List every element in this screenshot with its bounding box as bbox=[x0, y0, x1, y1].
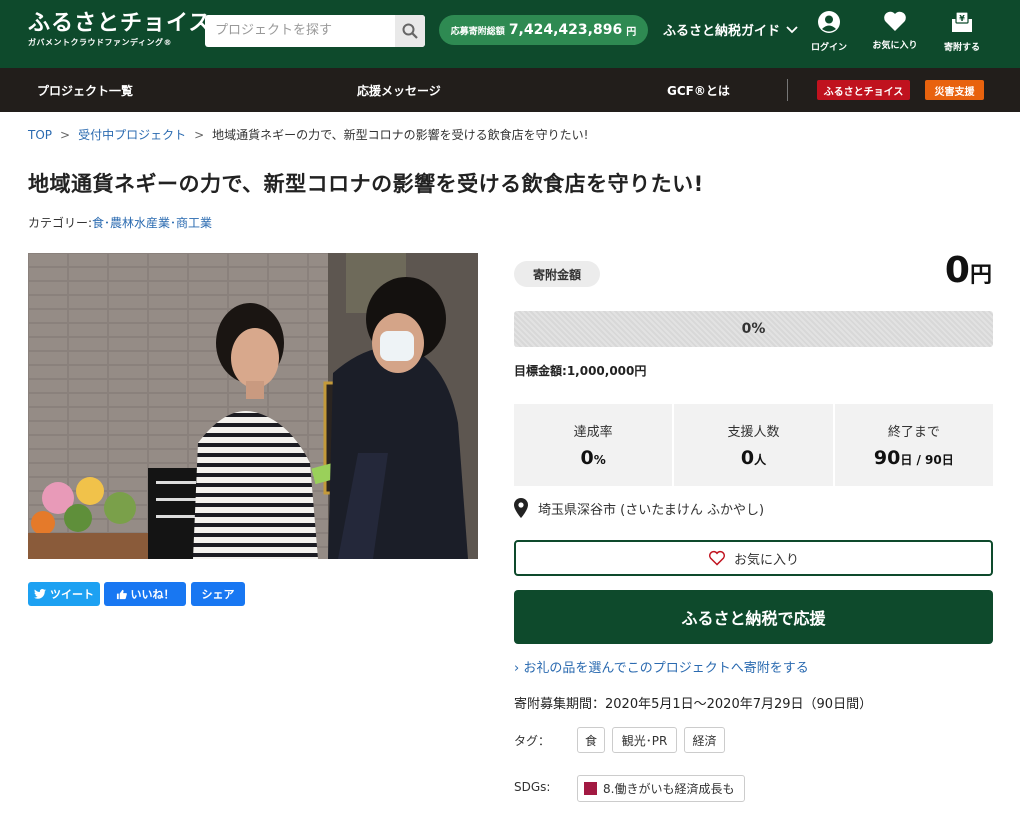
logo-sub-text: ガバメントクラウドファンディング® bbox=[28, 38, 172, 47]
stat-value: 90日 / 90日 bbox=[835, 447, 993, 469]
heart-outline-icon bbox=[708, 550, 725, 566]
share-button[interactable]: シェア bbox=[191, 582, 245, 606]
category-link[interactable]: 食･農林水産業･商工業 bbox=[92, 216, 212, 230]
stat-label: 達成率 bbox=[573, 425, 613, 440]
donation-amount-value: 0 bbox=[944, 250, 970, 291]
sdgs-label: SDGs: bbox=[514, 780, 551, 794]
stat-label: 終了まで bbox=[887, 425, 940, 440]
tag-item[interactable]: 観光･PR bbox=[612, 727, 677, 753]
stat-supporters: 支援人数 0人 bbox=[674, 404, 833, 486]
tweet-label: ツイート bbox=[50, 588, 94, 601]
total-donation-label: 応募寄附総額 bbox=[450, 26, 505, 37]
stat-unit: 人 bbox=[754, 453, 767, 467]
twitter-bird-icon bbox=[34, 589, 46, 599]
breadcrumb-top[interactable]: TOP bbox=[28, 128, 52, 142]
main-nav: プロジェクト一覧 応援メッセージ GCF®とは ふるさとチョイス 災害支援 bbox=[0, 68, 1020, 112]
chevron-down-icon bbox=[786, 25, 798, 33]
stat-unit: 日 / 90日 bbox=[900, 453, 954, 467]
thumbs-up-icon bbox=[116, 589, 127, 599]
total-donation-value: 7,424,423,896 bbox=[508, 22, 623, 38]
tag-item[interactable]: 食 bbox=[577, 727, 605, 753]
user-icon bbox=[818, 11, 840, 33]
stat-unit: % bbox=[593, 453, 606, 467]
donation-amount: 0円 bbox=[945, 250, 992, 291]
search-box bbox=[205, 15, 425, 47]
stat-label: 支援人数 bbox=[727, 425, 780, 440]
search-button[interactable] bbox=[395, 15, 425, 47]
login-label: ログイン bbox=[810, 43, 847, 53]
nav-choice-badge[interactable]: ふるさとチョイス bbox=[817, 80, 910, 100]
svg-text:¥: ¥ bbox=[959, 14, 965, 23]
location: 埼玉県深谷市 (さいたまけん ふかやし) bbox=[514, 498, 764, 518]
search-icon bbox=[402, 23, 418, 39]
stat-days-remaining: 終了まで 90日 / 90日 bbox=[834, 404, 993, 486]
nav-divider bbox=[787, 79, 788, 101]
site-header: ふるさとチョイス ガバメントクラウドファンディング® 応募寄附総額 7,424,… bbox=[0, 0, 1020, 68]
stat-number: 0 bbox=[580, 447, 594, 469]
heart-icon bbox=[884, 11, 906, 31]
total-donation-unit: 円 bbox=[626, 26, 637, 38]
donation-amount-label: 寄附金額 bbox=[514, 261, 600, 287]
sdg-goal-8-icon bbox=[584, 782, 597, 795]
nav-gcf[interactable]: GCF®とは bbox=[667, 82, 730, 99]
tags-label: タグ： bbox=[514, 734, 551, 748]
favorite-label: お気に入り bbox=[733, 552, 799, 568]
map-pin-icon bbox=[514, 498, 528, 518]
breadcrumb: TOP > 受付中プロジェクト > 地域通貨ネギーの力で、新型コロナの影響を受ける飲食店… bbox=[28, 126, 589, 143]
breadcrumb-separator: > bbox=[60, 128, 71, 142]
favorites-link[interactable]: お気に入り bbox=[865, 10, 925, 51]
search-input[interactable] bbox=[215, 23, 395, 38]
stat-number: 0 bbox=[740, 447, 755, 469]
breadcrumb-current: 地域通貨ネギーの力で、新型コロナの影響を受ける飲食店を守りたい! bbox=[212, 128, 589, 142]
sdg-label: 8.働きがいも経済成長も bbox=[603, 782, 735, 796]
donation-amount-unit: 円 bbox=[969, 263, 992, 288]
goal-label: 目標金額: bbox=[514, 364, 567, 378]
goal-value: 1,000,000円 bbox=[566, 364, 647, 378]
category-line: カテゴリー:食･農林水産業･商工業 bbox=[28, 214, 212, 231]
nav-messages[interactable]: 応援メッセージ bbox=[357, 82, 441, 99]
donate-label: 寄附する bbox=[943, 43, 980, 53]
tweet-button[interactable]: ツイート bbox=[28, 582, 100, 606]
page-title: 地域通貨ネギーの力で、新型コロナの影響を受ける飲食店を守りたい! bbox=[28, 172, 704, 196]
donate-link[interactable]: ¥ 寄附する bbox=[932, 10, 992, 53]
donation-period: 寄附募集期間：2020年5月1日～2020年7月29日（90日間） bbox=[514, 697, 873, 712]
share-label: シェア bbox=[201, 588, 235, 601]
logo-main-text: ふるさとチョイス bbox=[28, 10, 212, 36]
nav-disaster-badge[interactable]: 災害支援 bbox=[925, 80, 984, 100]
breadcrumb-separator: > bbox=[194, 128, 205, 142]
favorites-label: お気に入り bbox=[872, 41, 918, 51]
login-button[interactable]: ログイン bbox=[799, 10, 859, 53]
like-label: いいね！ bbox=[130, 588, 175, 601]
nav-projects[interactable]: プロジェクト一覧 bbox=[37, 82, 133, 99]
progress-text: 0% bbox=[741, 321, 766, 337]
site-logo[interactable]: ふるさとチョイス ガバメントクラウドファンディング® bbox=[28, 10, 211, 48]
goal-amount: 目標金額:1,000,000円 bbox=[514, 362, 646, 379]
chevron-right-icon: › bbox=[514, 661, 520, 676]
location-text: 埼玉県深谷市 (さいたまけん ふかやし) bbox=[538, 502, 765, 518]
furusato-donate-button[interactable]: ふるさと納税で応援 bbox=[514, 590, 993, 644]
category-label: カテゴリー: bbox=[28, 216, 93, 230]
guide-label: ふるさと納税ガイド bbox=[663, 24, 781, 39]
gift-donate-link[interactable]: › お礼の品を選んでこのプロジェクトへ寄附をする bbox=[514, 657, 809, 676]
like-button[interactable]: いいね！ bbox=[104, 582, 186, 606]
progress-bar: 0% bbox=[514, 311, 993, 347]
stat-number: 90 bbox=[873, 447, 901, 469]
project-photo-illustration bbox=[28, 253, 478, 559]
donate-box-icon: ¥ bbox=[952, 11, 972, 32]
project-photo bbox=[28, 253, 478, 559]
sdg-item[interactable]: 8.働きがいも経済成長も bbox=[577, 775, 745, 802]
stats-grid: 達成率 0% 支援人数 0人 終了まで 90日 / 90日 bbox=[514, 404, 993, 486]
gift-donate-label: お礼の品を選んでこのプロジェクトへ寄附をする bbox=[523, 661, 809, 676]
stat-achievement-rate: 達成率 0% bbox=[514, 404, 673, 486]
stat-value: 0人 bbox=[674, 447, 832, 469]
stat-value: 0% bbox=[514, 447, 672, 469]
furusato-guide-menu[interactable]: ふるさと納税ガイド bbox=[663, 20, 798, 39]
total-donation-badge: 応募寄附総額 7,424,423,896 円 bbox=[439, 15, 648, 45]
breadcrumb-projects[interactable]: 受付中プロジェクト bbox=[78, 128, 186, 142]
tag-item[interactable]: 経済 bbox=[684, 727, 725, 753]
favorite-button[interactable]: お気に入り bbox=[514, 540, 993, 576]
